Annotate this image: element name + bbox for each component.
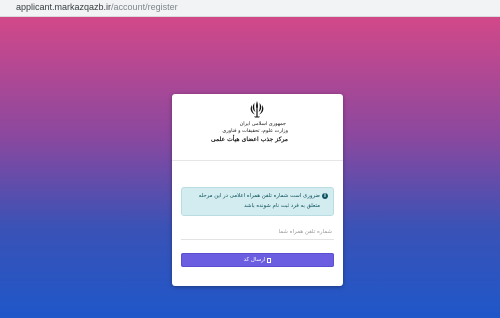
send-code-label: ارسال کد xyxy=(243,257,266,263)
org-name-line2: وزارت علوم، تحقیقات و فناوری xyxy=(222,128,288,134)
send-code-button[interactable]: ارسال کد xyxy=(181,253,334,267)
url-path: /account/register xyxy=(111,2,178,12)
url-text[interactable]: applicant.markazqazb.ir/account/register xyxy=(16,2,178,12)
info-alert: i ضروری است شماره تلفن همراه اعلامی در ا… xyxy=(181,187,334,216)
browser-address-bar[interactable]: applicant.markazqazb.ir/account/register xyxy=(0,0,500,17)
org-name-line3: مرکز جذب اعضای هیأت علمی xyxy=(210,136,288,143)
alert-message: ضروری است شماره تلفن همراه اعلامی در این… xyxy=(198,193,320,209)
info-circle-icon: i xyxy=(322,193,328,199)
page-background: جمهوری اسلامی ایران وزارت علوم، تحقیقات … xyxy=(0,17,500,318)
phone-number-input[interactable] xyxy=(181,224,334,240)
org-name-line1: جمهوری اسلامی ایران xyxy=(239,121,286,127)
register-card: جمهوری اسلامی ایران وزارت علوم، تحقیقات … xyxy=(172,94,343,286)
card-header: جمهوری اسلامی ایران وزارت علوم، تحقیقات … xyxy=(172,94,343,161)
send-icon xyxy=(267,257,272,263)
iran-emblem-icon xyxy=(250,101,264,118)
url-host: applicant.markazqazb.ir xyxy=(16,2,112,12)
